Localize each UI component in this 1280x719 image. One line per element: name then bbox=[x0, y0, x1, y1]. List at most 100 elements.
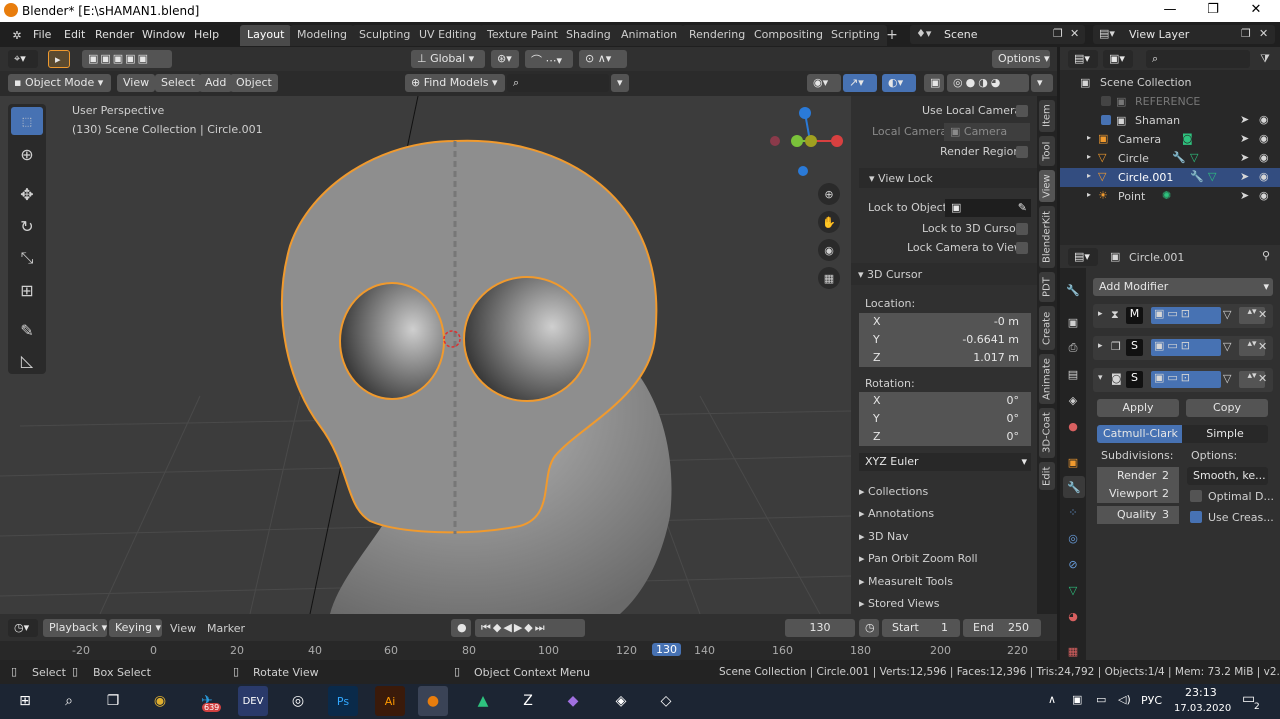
location-y-field[interactable]: Y -0.6641 m bbox=[859, 331, 1031, 349]
shading-mode-icons[interactable]: ◎●◑◕ bbox=[947, 74, 1029, 92]
pin-icon[interactable]: ⚲ bbox=[1262, 249, 1270, 262]
frame-ruler[interactable]: -20 0 20 40 60 80 100 120 130 140 160 18… bbox=[0, 641, 1057, 660]
tab-texture-paint[interactable]: Texture Paint bbox=[480, 25, 565, 46]
tab-blenderkit[interactable]: BlenderKit bbox=[1039, 206, 1055, 268]
windows-start-icon[interactable]: ⊞ bbox=[10, 686, 40, 716]
rotate-tool-icon[interactable]: ↻ bbox=[11, 212, 43, 240]
view-layer-tab-icon[interactable]: ▤ bbox=[1063, 364, 1083, 384]
editor-type-icon[interactable]: ⌖▾ bbox=[8, 50, 38, 68]
select-arrow-icon[interactable]: ➤ bbox=[1240, 132, 1249, 145]
pan-hand-icon[interactable]: ✋ bbox=[818, 211, 840, 233]
use-creases-checkbox[interactable] bbox=[1190, 511, 1202, 523]
shading-options-icon[interactable]: ▾ bbox=[1031, 74, 1053, 92]
copy-scene-icon[interactable]: ❐ bbox=[1053, 27, 1063, 40]
add-modifier-dropdown[interactable]: Add Modifier ▾ bbox=[1093, 278, 1273, 296]
search-input[interactable]: ⌕ bbox=[507, 74, 609, 92]
xray-icon[interactable]: ▣ bbox=[924, 74, 944, 92]
clock-date[interactable]: 17.03.2020 bbox=[1174, 703, 1231, 714]
add-menu[interactable]: Add bbox=[199, 74, 233, 92]
outliner-type-icon[interactable]: ▤▾ bbox=[1068, 50, 1098, 68]
remove-view-layer-icon[interactable]: ✕ bbox=[1259, 27, 1268, 40]
modifier-row-1[interactable]: ▸ ⧗ M ▣▭⊡ ▽ ▴▾ bbox=[1093, 304, 1273, 328]
menu-edit[interactable]: Edit bbox=[64, 28, 85, 41]
outliner-row-point[interactable]: ▸ ☀ Point ✺ ➤ ◉ bbox=[1060, 187, 1280, 206]
modifier-tab-icon[interactable]: 🔧 bbox=[1063, 476, 1085, 498]
tab-pdt[interactable]: PDT bbox=[1039, 272, 1055, 302]
copy-button[interactable]: Copy bbox=[1186, 399, 1268, 417]
remove-modifier-icon[interactable]: ✕ bbox=[1258, 372, 1267, 385]
modifier-row-2[interactable]: ▸ ❒ S ▣▭⊡ ▽ ▴▾ bbox=[1093, 336, 1273, 360]
tab-animate[interactable]: Animate bbox=[1039, 354, 1055, 404]
panel-annotations[interactable]: ▸ Annotations bbox=[859, 507, 934, 520]
expand-icon[interactable]: ▸ bbox=[1087, 190, 1091, 199]
scene-selector[interactable]: ♦▾ Scene ❐ ✕ bbox=[910, 25, 1085, 44]
modifier-name-3[interactable]: S bbox=[1126, 371, 1143, 388]
location-x-field[interactable]: X -0 m bbox=[859, 313, 1031, 331]
current-frame-field[interactable]: 130 bbox=[785, 619, 855, 637]
tab-uv-editing[interactable]: UV Editing bbox=[412, 25, 484, 46]
find-models-dropdown[interactable]: ⊕ Find Models ▾ bbox=[405, 74, 505, 92]
snap-icon[interactable]: ⌒ ⋯▾ bbox=[525, 50, 573, 68]
search-dropdown-icon[interactable]: ▾ bbox=[611, 74, 629, 92]
outliner-row-reference[interactable]: ▣ REFERENCE bbox=[1060, 92, 1280, 111]
move-tool-icon[interactable]: ✥ bbox=[11, 180, 43, 208]
tab-item[interactable]: Item bbox=[1039, 100, 1055, 132]
clock-icon[interactable]: ◷ bbox=[859, 619, 879, 637]
maximize-icon[interactable]: ❐ bbox=[1193, 2, 1233, 17]
data-tab-icon[interactable]: ▽ bbox=[1063, 580, 1083, 600]
devenv-icon[interactable]: DEV bbox=[238, 686, 268, 716]
outliner-row-camera[interactable]: ▸ ▣ Camera ◙ ➤ ◉ bbox=[1060, 130, 1280, 149]
physics-tab-icon[interactable]: ◎ bbox=[1063, 528, 1083, 548]
panel-stored-views[interactable]: ▸ Stored Views bbox=[859, 597, 939, 610]
right-eye-hole[interactable] bbox=[463, 276, 591, 402]
lock-camera-to-view-checkbox[interactable] bbox=[1016, 242, 1028, 254]
tab-tool[interactable]: Tool bbox=[1039, 136, 1055, 166]
annotate-tool-icon[interactable]: ✎ bbox=[11, 316, 43, 344]
view-layer-selector[interactable]: ▤▾ View Layer ❐ ✕ bbox=[1093, 25, 1275, 44]
quality-field[interactable]: Quality 3 bbox=[1097, 506, 1179, 524]
outliner-row-circle-001[interactable]: ▸ ▽ Circle.001 🔧 ▽ ➤ ◉ bbox=[1060, 168, 1280, 187]
collapse-icon[interactable]: ▾ bbox=[1098, 373, 1103, 383]
3d-cursor-panel-header[interactable]: ▾ 3D Cursor bbox=[851, 263, 1037, 285]
add-workspace-icon[interactable]: + bbox=[884, 26, 900, 44]
photoshop-icon[interactable]: Ps bbox=[328, 686, 358, 716]
expand-icon[interactable]: ▸ bbox=[1087, 152, 1091, 161]
close-icon[interactable]: ✕ bbox=[1236, 2, 1276, 17]
display-mode-icon[interactable]: ▣▾ bbox=[1103, 50, 1133, 68]
tray-app-icon[interactable]: ▣ bbox=[1072, 693, 1082, 706]
unity-hub-icon[interactable]: ◇ bbox=[651, 686, 681, 716]
expand-icon[interactable]: ▸ bbox=[1087, 133, 1091, 142]
search-icon[interactable]: ⌕ bbox=[54, 686, 84, 716]
exclude-checkbox[interactable] bbox=[1101, 96, 1111, 106]
output-tab-icon[interactable]: ⎙ bbox=[1063, 338, 1083, 358]
menu-window[interactable]: Window bbox=[142, 28, 185, 41]
tab-rendering[interactable]: Rendering bbox=[682, 25, 753, 46]
panel-measureit[interactable]: ▸ MeasureIt Tools bbox=[859, 575, 953, 588]
app-green-icon[interactable]: ▲ bbox=[468, 686, 498, 716]
visibility-icon[interactable]: ◉▾ bbox=[807, 74, 841, 92]
expand-icon[interactable]: ▸ bbox=[1098, 341, 1103, 351]
zbrush-icon[interactable]: Z bbox=[513, 686, 543, 716]
tab-modeling[interactable]: Modeling bbox=[290, 25, 355, 46]
rotation-mode-dropdown[interactable]: XYZ Euler ▾ bbox=[859, 453, 1031, 471]
remove-modifier-icon[interactable]: ✕ bbox=[1258, 308, 1267, 321]
tray-chevron-icon[interactable]: ∧ bbox=[1048, 693, 1056, 706]
tab-animation[interactable]: Animation bbox=[614, 25, 685, 46]
local-camera-field[interactable]: ▣ Camera bbox=[944, 123, 1030, 141]
eye-icon[interactable]: ◉ bbox=[1259, 189, 1269, 202]
steam-icon[interactable]: ◎ bbox=[283, 686, 313, 716]
menu-file[interactable]: File bbox=[33, 28, 51, 41]
object-menu[interactable]: Object bbox=[230, 74, 278, 92]
render-tab-icon[interactable]: ▣ bbox=[1063, 312, 1083, 332]
transform-orientation-dropdown[interactable]: ⊥ Global ▾ bbox=[411, 50, 485, 68]
tab-edit[interactable]: Edit bbox=[1039, 462, 1055, 490]
ortho-grid-icon[interactable]: ▦ bbox=[818, 267, 840, 289]
eye-icon[interactable]: ◉ bbox=[1259, 170, 1269, 183]
volume-icon[interactable]: ◁) bbox=[1118, 693, 1131, 706]
menu-help[interactable]: Help bbox=[194, 28, 219, 41]
eyedropper-icon[interactable]: ✎ bbox=[1018, 201, 1027, 214]
select-mode-icons[interactable]: ▣▣▣▣▣ bbox=[82, 50, 172, 68]
properties-type-icon[interactable]: ▤▾ bbox=[1068, 248, 1098, 266]
optimal-display-checkbox[interactable] bbox=[1190, 490, 1202, 502]
scale-tool-icon[interactable]: ⤡ bbox=[11, 244, 43, 272]
